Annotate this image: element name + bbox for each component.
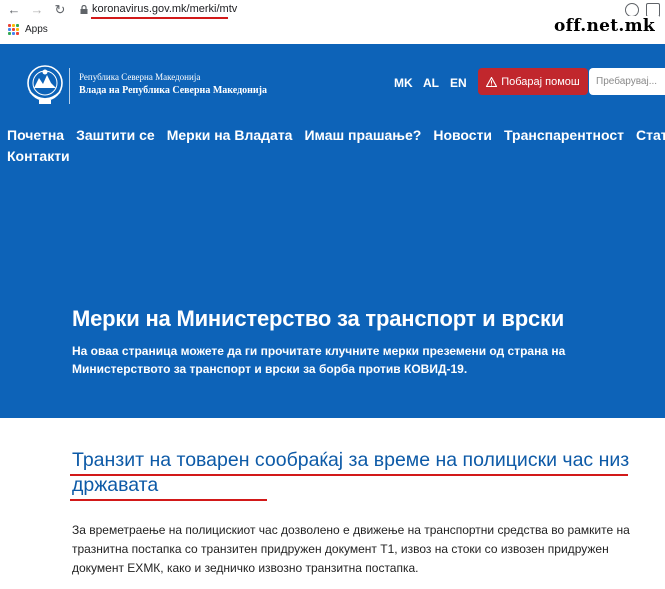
apps-label[interactable]: Apps bbox=[25, 24, 48, 35]
title-annotation-underline-2 bbox=[70, 499, 267, 501]
search-input[interactable]: Пребаруваj... bbox=[589, 68, 665, 95]
page-description: На оваа страница можете да ги прочитате … bbox=[72, 344, 566, 376]
reload-icon[interactable]: ↻ bbox=[52, 2, 68, 18]
menu-item-home[interactable]: Почетна bbox=[7, 125, 64, 146]
apps-grid-icon[interactable] bbox=[8, 24, 19, 35]
forward-arrow-icon[interactable]: → bbox=[29, 2, 45, 18]
warning-icon bbox=[486, 76, 498, 87]
watermark: off.net.mk bbox=[550, 16, 659, 36]
lang-en-link[interactable]: EN bbox=[450, 76, 467, 90]
title-annotation-underline-1 bbox=[70, 474, 628, 476]
main-menu: Почетна Заштити се Мерки на Владата Имаш пр… bbox=[7, 125, 665, 167]
org-name-country: Република Северна Македонија bbox=[79, 72, 201, 82]
menu-item-protect[interactable]: Заштити се bbox=[76, 125, 155, 146]
menu-item-government-measures[interactable]: Мерки на Владата bbox=[167, 125, 293, 146]
lock-icon bbox=[80, 5, 88, 14]
url-annotation-underline bbox=[91, 17, 228, 19]
page-title: Мерки на Министерство за транспорт и врс… bbox=[72, 306, 565, 331]
menu-item-news[interactable]: Новости bbox=[433, 125, 492, 146]
article-body: За времетраење на полицискиот час дозвол… bbox=[72, 523, 630, 575]
coat-of-arms-icon[interactable] bbox=[24, 62, 66, 108]
article-title: Транзит на товарен сообраќај за време на… bbox=[72, 449, 630, 496]
add-icon[interactable] bbox=[625, 3, 639, 17]
back-arrow-icon[interactable]: ← bbox=[6, 2, 22, 18]
menu-item-questions[interactable]: Имаш прашање? bbox=[304, 125, 421, 146]
translate-icon[interactable] bbox=[646, 3, 660, 17]
menu-item-transparency[interactable]: Транспарентност bbox=[504, 125, 624, 146]
request-help-button[interactable]: Побарај помош bbox=[478, 68, 588, 95]
request-help-label: Побарај помош bbox=[501, 75, 580, 88]
lang-mk-link[interactable]: MK bbox=[394, 76, 413, 90]
menu-item-statistics[interactable]: Статистика bbox=[636, 125, 665, 146]
hero-section: Република Северна Македонија Влада на Ре… bbox=[0, 44, 665, 418]
logo-divider bbox=[69, 68, 70, 104]
address-bar-url[interactable]: koronavirus.gov.mk/merki/mtv bbox=[92, 3, 237, 15]
browser-chrome: ← → ↻ koronavirus.gov.mk/merki/mtv Apps … bbox=[0, 0, 665, 44]
org-name-government: Влада на Република Северна Македонија bbox=[79, 85, 267, 96]
menu-item-contacts[interactable]: Контакти bbox=[7, 146, 70, 167]
bookmarks-bar: Apps bbox=[8, 24, 48, 35]
lang-al-link[interactable]: AL bbox=[423, 76, 439, 90]
